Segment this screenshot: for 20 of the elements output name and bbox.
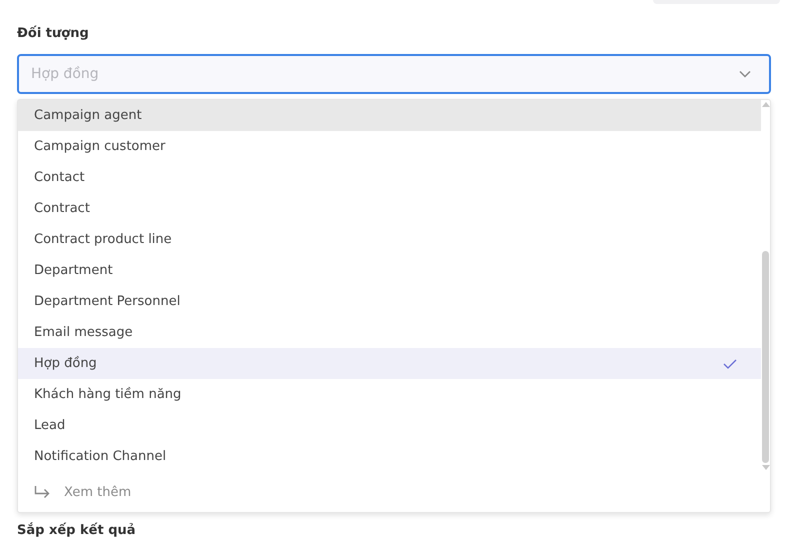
dropdown-option[interactable]: Khách hàng tiềm năng (18, 379, 761, 410)
dropdown-option[interactable]: Contact (18, 162, 761, 193)
dropdown-option[interactable]: Campaign agent (18, 100, 761, 131)
dropdown-option[interactable]: Contract (18, 193, 761, 224)
dropdown-option[interactable]: Department Personnel (18, 286, 761, 317)
dropdown-option[interactable]: Hợp đồng (18, 348, 761, 379)
dropdown-option[interactable]: Campaign customer (18, 131, 761, 162)
scroll-down-icon[interactable] (762, 465, 770, 470)
field-label: Đối tượng (17, 26, 90, 43)
dropdown-option[interactable]: Department (18, 255, 761, 286)
check-icon (723, 358, 737, 368)
scroll-up-icon[interactable] (762, 102, 770, 107)
dropdown-option[interactable]: Lead (18, 410, 761, 441)
dropdown-option[interactable]: Contract product line (18, 224, 761, 255)
dropdown-option[interactable]: Notification Channel (18, 441, 761, 472)
dropdown-option[interactable]: Email message (18, 317, 761, 348)
chevron-down-icon (739, 70, 751, 78)
return-arrow-icon (34, 486, 50, 498)
scrollbar[interactable] (761, 100, 770, 472)
section-label: Sắp xếp kết quả (17, 523, 137, 540)
